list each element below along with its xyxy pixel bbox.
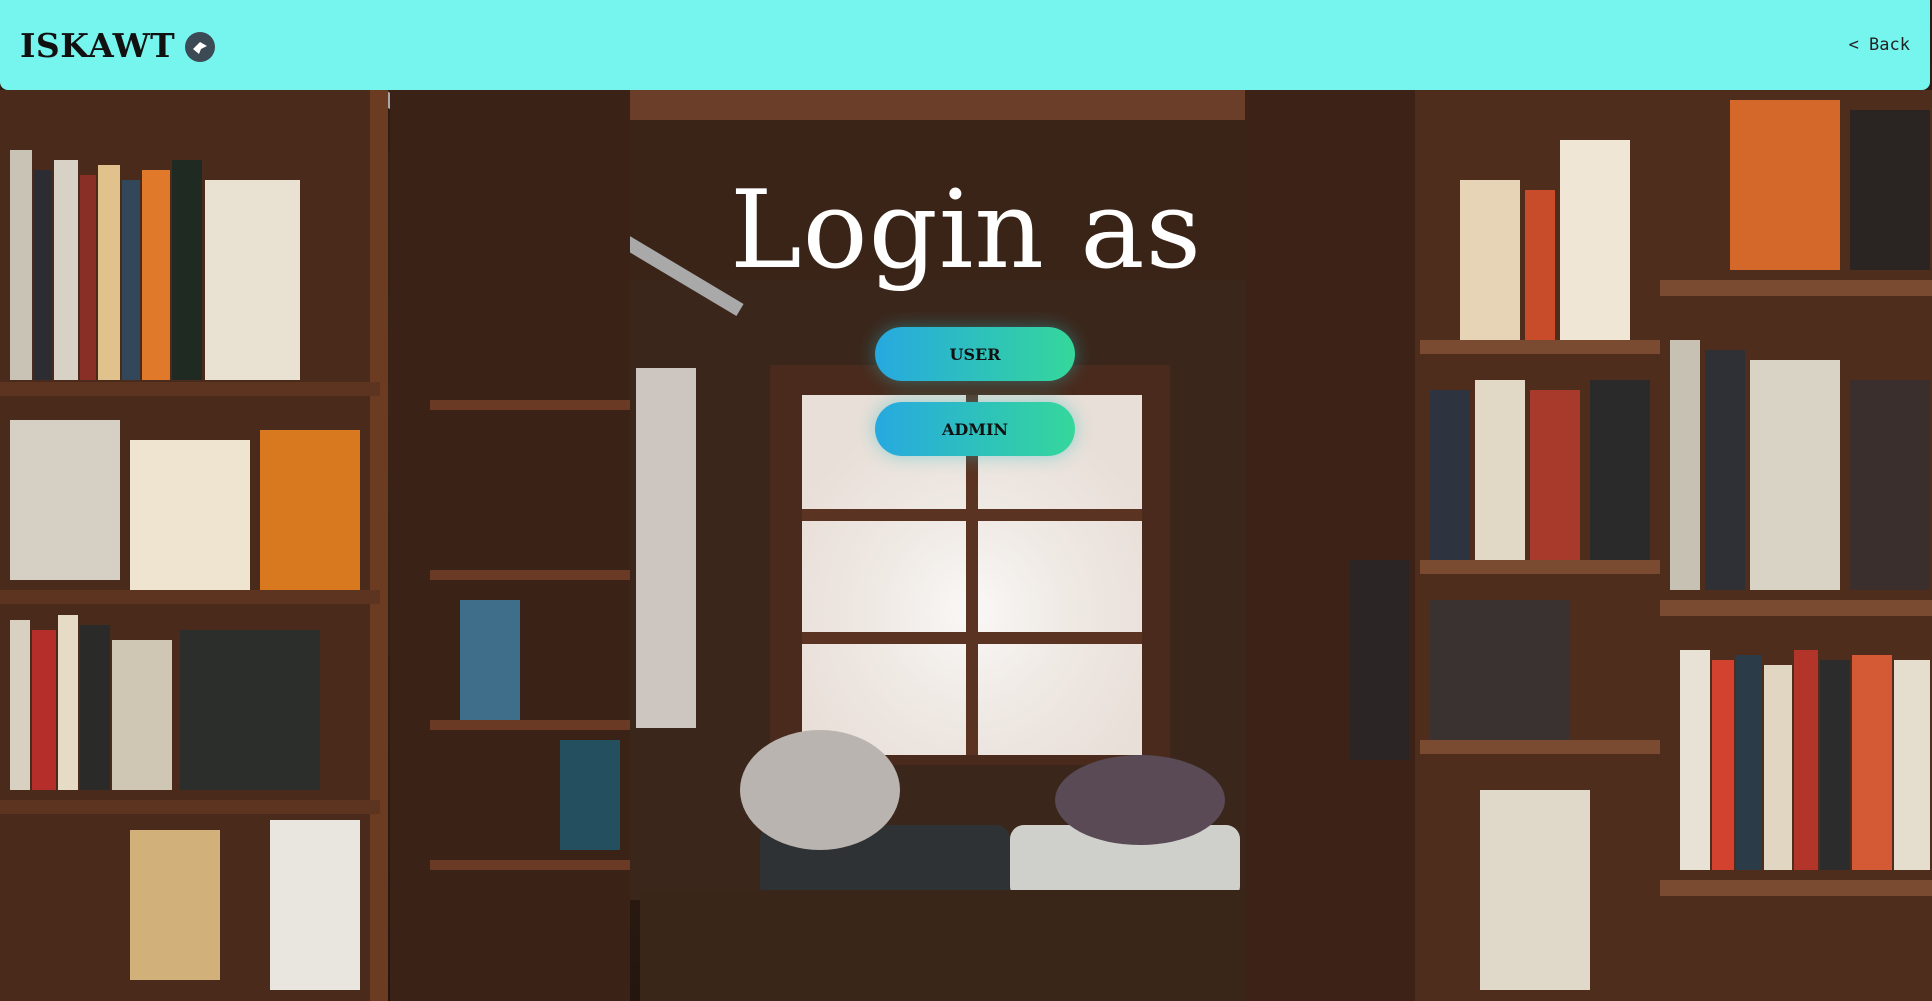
background-illustration xyxy=(0,88,1932,1001)
brand[interactable]: ISKAWT xyxy=(20,26,216,65)
bookstore-background-image xyxy=(0,0,1932,1001)
user-login-button[interactable]: USER xyxy=(875,327,1075,381)
brand-name[interactable]: ISKAWT xyxy=(20,26,175,65)
admin-login-button[interactable]: ADMIN xyxy=(875,402,1075,456)
back-link[interactable]: < Back xyxy=(1849,35,1910,55)
top-navbar: ISKAWT < Back xyxy=(0,0,1930,90)
stingray-logo-icon xyxy=(185,32,216,62)
